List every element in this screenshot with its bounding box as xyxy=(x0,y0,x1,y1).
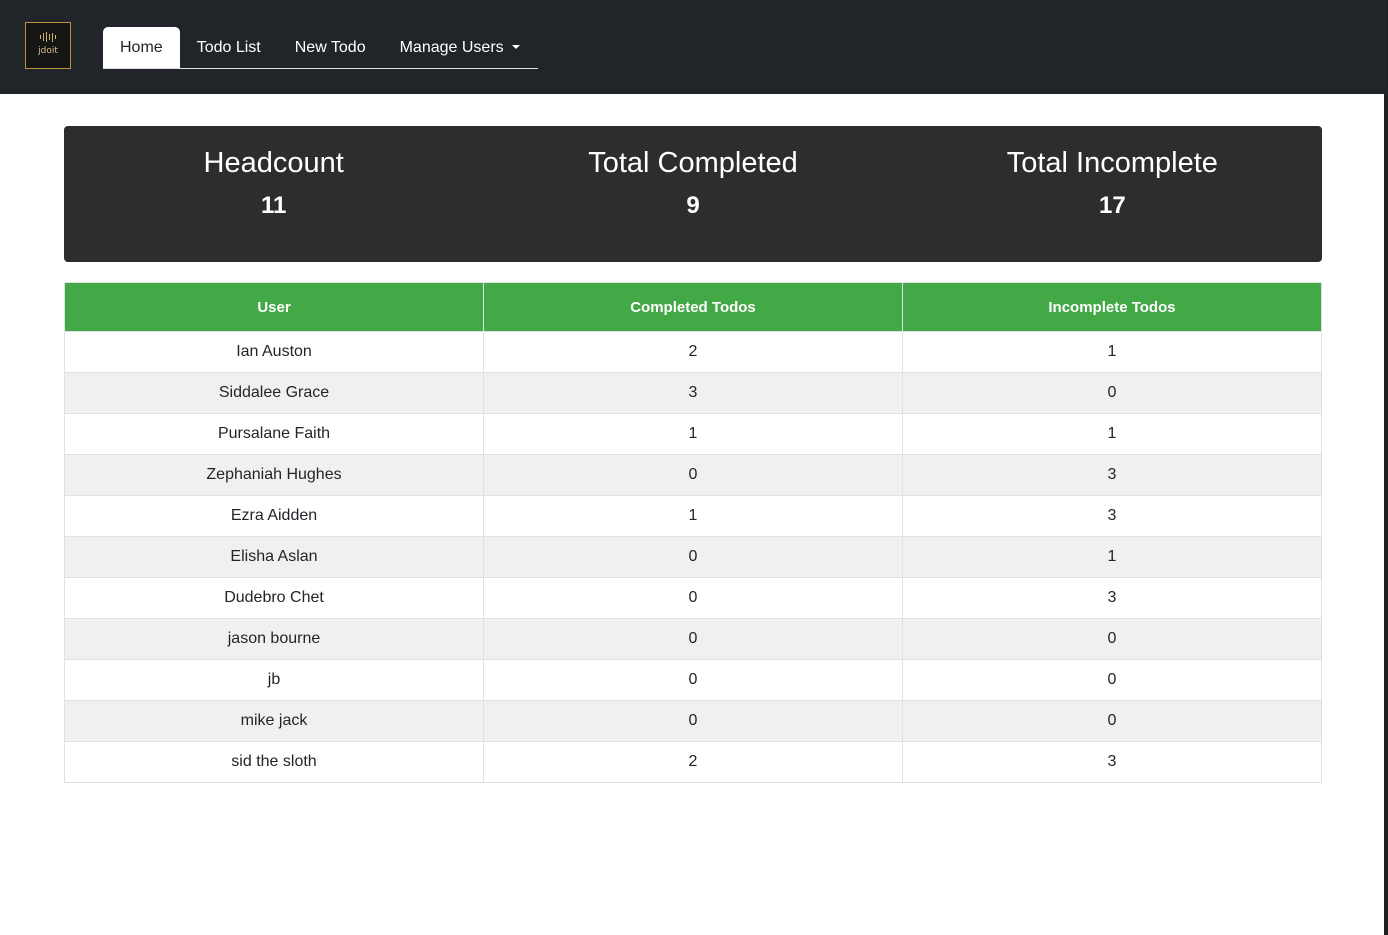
cell-user: Ezra Aidden xyxy=(64,495,484,537)
cell-incomplete: 0 xyxy=(902,618,1322,660)
cell-incomplete: 3 xyxy=(902,454,1322,496)
cell-incomplete: 3 xyxy=(902,577,1322,619)
stat-incomplete-value: 17 xyxy=(1098,192,1126,219)
table-row: jason bourne 0 0 xyxy=(64,618,1322,660)
table-row: Ian Auston 2 1 xyxy=(64,331,1322,373)
cell-completed: 0 xyxy=(483,577,903,619)
table-row: Elisha Aslan 0 1 xyxy=(64,536,1322,578)
cell-completed: 2 xyxy=(483,741,903,783)
stat-headcount: Headcount 11 xyxy=(64,126,483,262)
table-row: Zephaniah Hughes 0 3 xyxy=(64,454,1322,496)
table-row: Dudebro Chet 0 3 xyxy=(64,577,1322,619)
cell-incomplete: 1 xyxy=(902,413,1322,455)
sound-wave-icon xyxy=(26,32,70,42)
cell-incomplete: 1 xyxy=(902,536,1322,578)
cell-incomplete: 0 xyxy=(902,372,1322,414)
column-header-user: User xyxy=(64,282,484,332)
stat-completed-value: 9 xyxy=(686,192,700,219)
cell-user: Dudebro Chet xyxy=(64,577,484,619)
table-row: sid the sloth 2 3 xyxy=(64,741,1322,783)
app-logo[interactable]: jdoit xyxy=(25,22,71,69)
cell-user: Siddalee Grace xyxy=(64,372,484,414)
stat-total-completed: Total Completed 9 xyxy=(483,126,902,262)
logo-text: jdoit xyxy=(38,46,58,56)
nav-tabs: Home Todo List New Todo Manage Users xyxy=(103,27,538,69)
table-row: jb 0 0 xyxy=(64,659,1322,701)
cell-completed: 0 xyxy=(483,536,903,578)
cell-incomplete: 3 xyxy=(902,741,1322,783)
stat-completed-label: Total Completed xyxy=(588,147,798,179)
tab-new-todo[interactable]: New Todo xyxy=(278,27,383,68)
caret-down-icon xyxy=(511,45,520,49)
users-table: User Completed Todos Incomplete Todos Ia… xyxy=(64,282,1322,783)
cell-incomplete: 1 xyxy=(902,331,1322,373)
tab-todo-list-label: Todo List xyxy=(196,39,261,56)
cell-incomplete: 0 xyxy=(902,659,1322,701)
cell-completed: 1 xyxy=(483,495,903,537)
tab-manage-users-label: Manage Users xyxy=(399,39,504,56)
cell-user: Zephaniah Hughes xyxy=(64,454,484,496)
table-row: mike jack 0 0 xyxy=(64,700,1322,742)
table-row: Ezra Aidden 1 3 xyxy=(64,495,1322,537)
cell-user: jason bourne xyxy=(64,618,484,660)
cell-user: mike jack xyxy=(64,700,484,742)
table-row: Pursalane Faith 1 1 xyxy=(64,413,1322,455)
stat-headcount-value: 11 xyxy=(260,192,287,219)
cell-user: Pursalane Faith xyxy=(64,413,484,455)
tab-new-todo-label: New Todo xyxy=(294,39,366,56)
stat-headcount-label: Headcount xyxy=(203,147,344,179)
cell-incomplete: 3 xyxy=(902,495,1322,537)
stat-total-incomplete: Total Incomplete 17 xyxy=(903,126,1322,262)
stat-incomplete-label: Total Incomplete xyxy=(1006,147,1218,179)
cell-completed: 0 xyxy=(483,618,903,660)
cell-incomplete: 0 xyxy=(902,700,1322,742)
tab-todo-list[interactable]: Todo List xyxy=(180,27,278,68)
cell-completed: 3 xyxy=(483,372,903,414)
tab-home-label: Home xyxy=(120,39,163,56)
cell-user: Ian Auston xyxy=(64,331,484,373)
cell-completed: 2 xyxy=(483,331,903,373)
column-header-completed: Completed Todos xyxy=(483,282,903,332)
column-header-incomplete: Incomplete Todos xyxy=(902,282,1322,332)
tab-manage-users-dropdown[interactable]: Manage Users xyxy=(383,27,537,68)
stats-panel: Headcount 11 Total Completed 9 Total Inc… xyxy=(64,126,1322,262)
cell-completed: 0 xyxy=(483,454,903,496)
cell-completed: 1 xyxy=(483,413,903,455)
cell-user: sid the sloth xyxy=(64,741,484,783)
table-header-row: User Completed Todos Incomplete Todos xyxy=(64,282,1322,332)
cell-completed: 0 xyxy=(483,700,903,742)
navbar: jdoit Home Todo List New Todo Manage Use… xyxy=(0,0,1386,94)
cell-user: Elisha Aslan xyxy=(64,536,484,578)
page: jdoit Home Todo List New Todo Manage Use… xyxy=(0,0,1386,935)
tab-home[interactable]: Home xyxy=(103,27,180,68)
table-row: Siddalee Grace 3 0 xyxy=(64,372,1322,414)
cell-user: jb xyxy=(64,659,484,701)
cell-completed: 0 xyxy=(483,659,903,701)
